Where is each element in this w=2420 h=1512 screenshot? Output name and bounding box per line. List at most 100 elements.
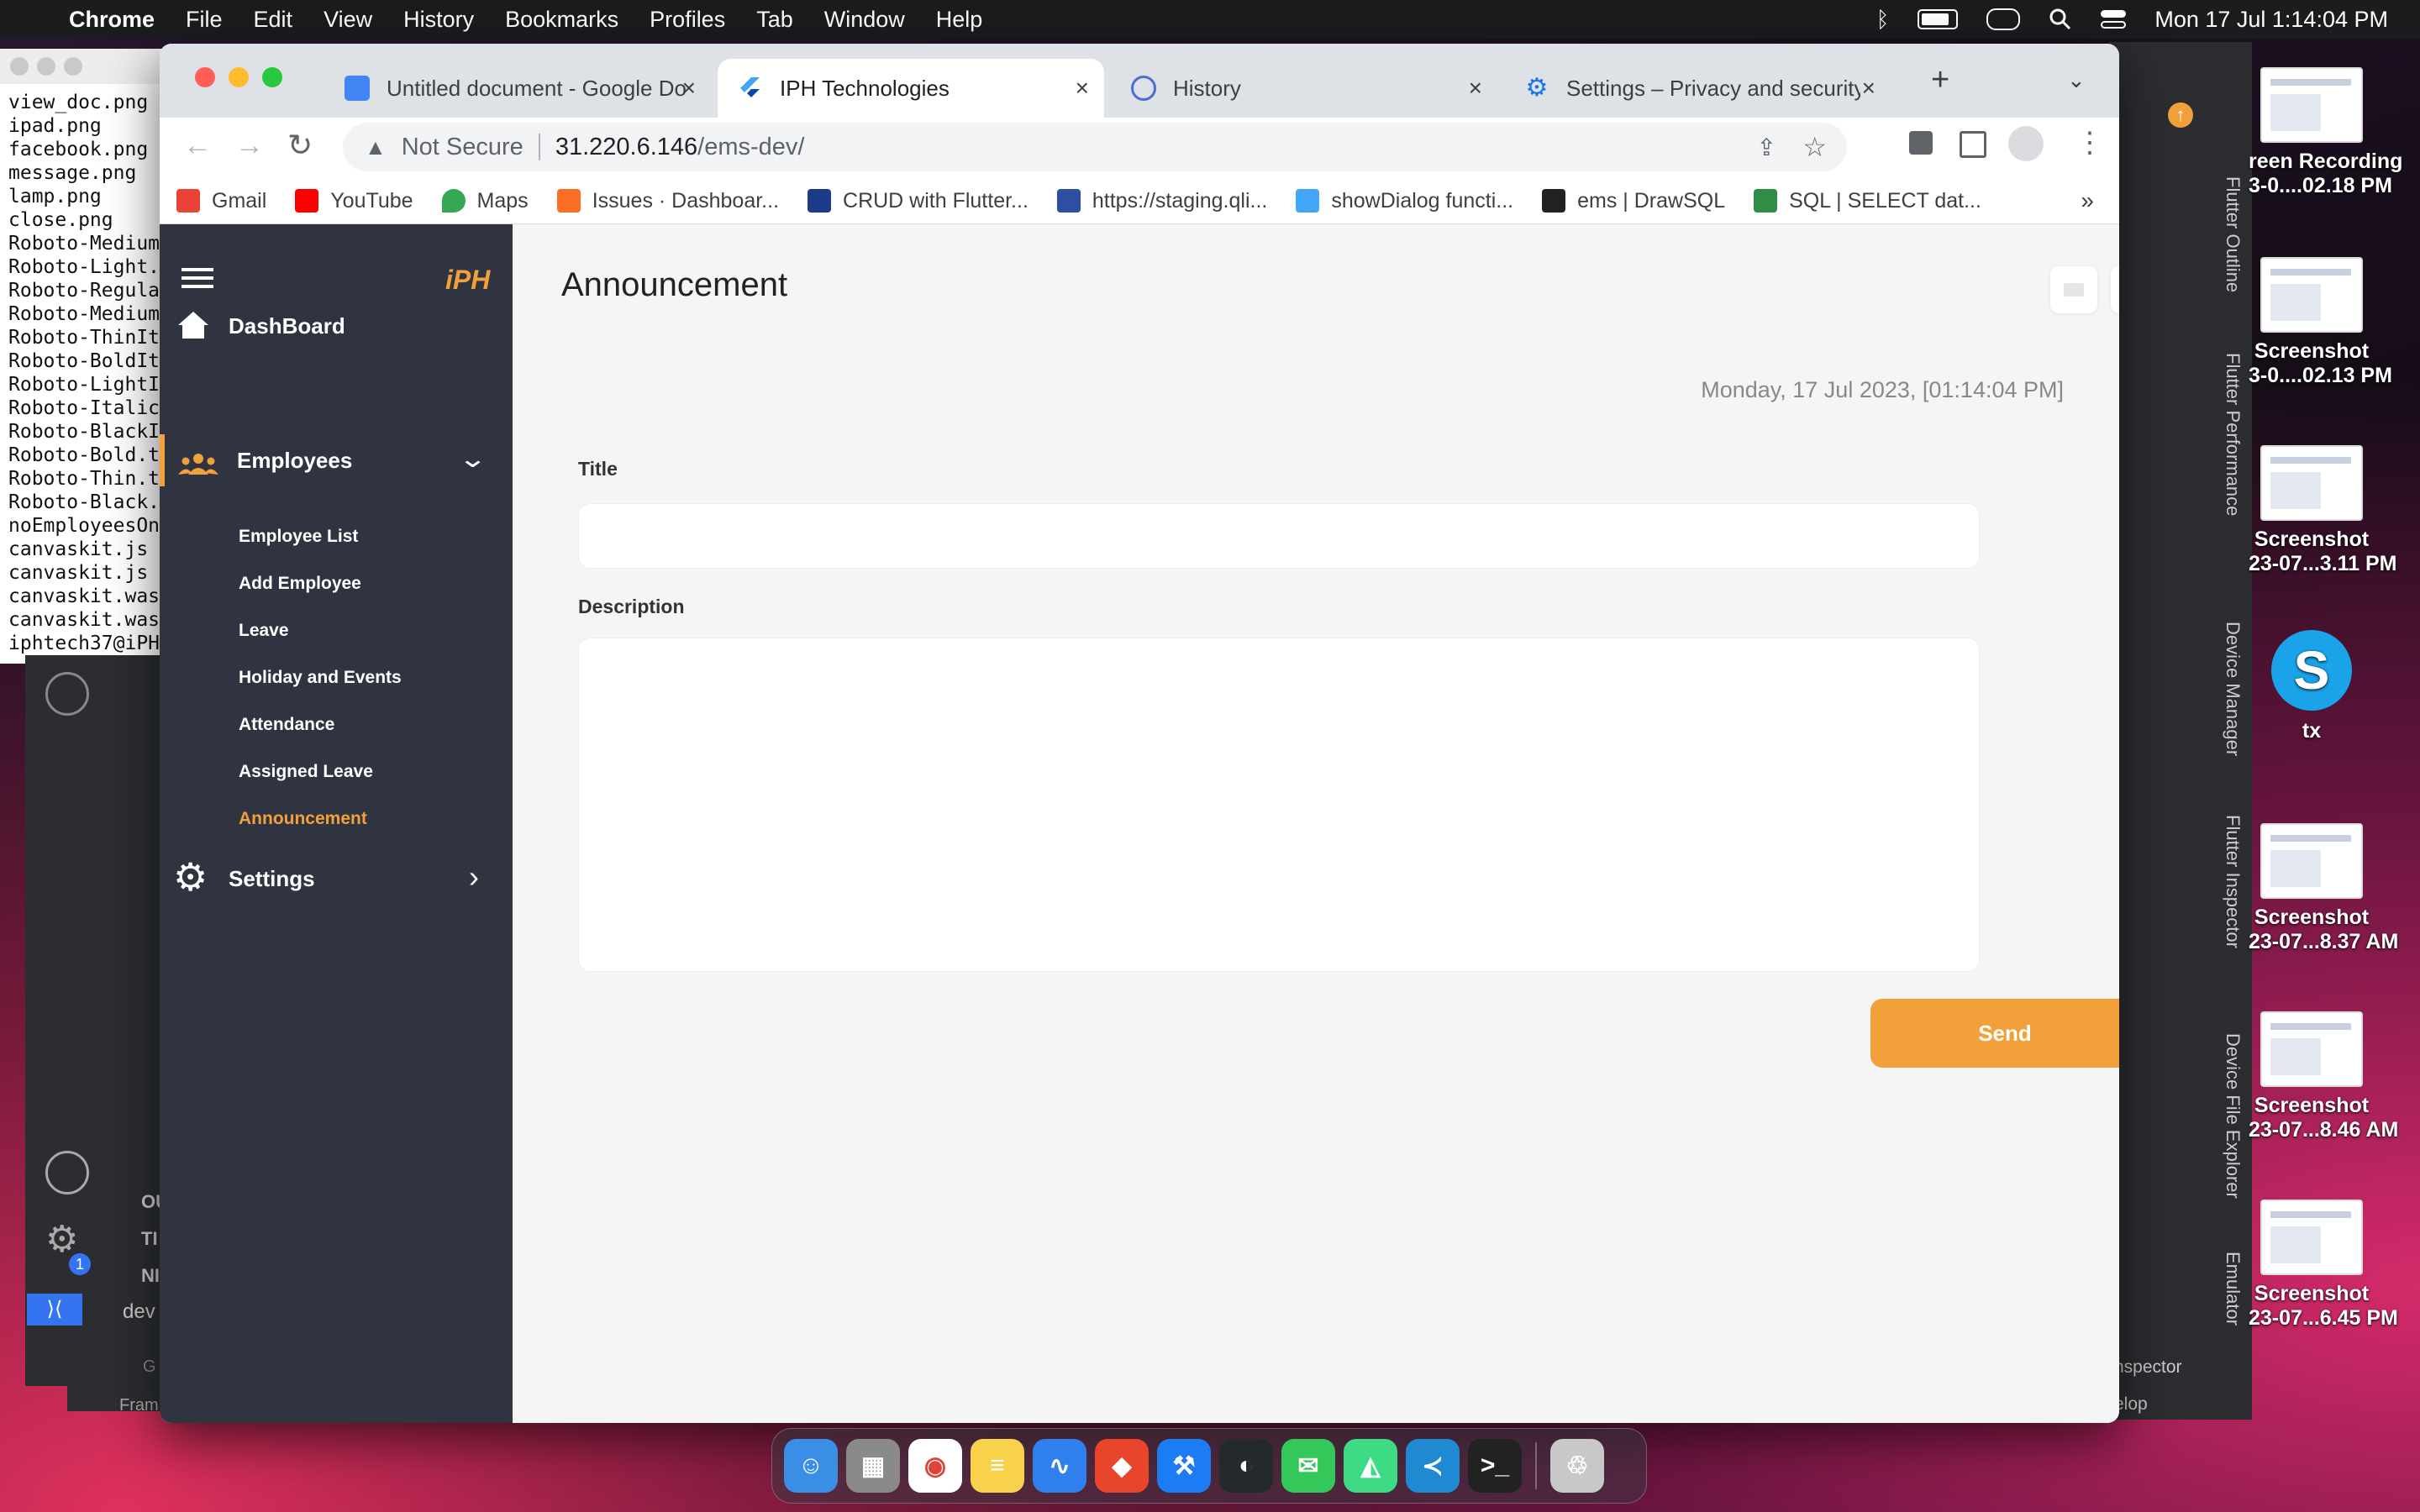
tab-settings-privacy[interactable]: ⚙ Settings – Privacy and security × [1504,59,1891,118]
battery-icon[interactable] [1918,9,1959,29]
nav-dashboard[interactable]: DashBoard [229,313,345,339]
bookmarks-overflow-button[interactable]: » [2081,187,2094,214]
menu-tab[interactable]: Tab [756,7,793,33]
control-center-icon[interactable] [2101,8,2127,30]
screen-mirroring-icon[interactable] [1986,8,2021,30]
bookmark-gitlab-issues[interactable]: Issues · Dashboar... [556,189,779,213]
dock-xcode-icon[interactable]: ⚒ [1157,1439,1211,1493]
share-icon[interactable]: ⇪ [1757,134,1776,161]
bookmark-sql-select[interactable]: SQL | SELECT dat... [1754,189,1981,213]
address-bar[interactable]: ▲ Not Secure 31.220.6.146 /ems-dev/ ⇪ ☆ [343,123,1847,171]
menu-view[interactable]: View [324,7,372,33]
ide-bottom-tab-git[interactable]: G [143,1357,156,1377]
ide-tab-flutter-outline[interactable]: Flutter Outline [2222,176,2244,292]
menubar-clock[interactable]: Mon 17 Jul 1:14:04 PM [2154,7,2388,33]
url-path[interactable]: /ems-dev/ [697,134,804,161]
profile-avatar-icon[interactable] [2008,126,2044,161]
desktop-file[interactable]: Screenshot 23-07...8.37 AM [2249,823,2398,954]
ide-update-icon[interactable]: ↑ [2168,102,2193,128]
nav-employees[interactable]: Employees [237,448,352,474]
desktop-file[interactable]: Screenshot 23-07...3.11 PM [2249,445,2397,576]
nav-leave[interactable]: Leave [239,621,289,641]
more-menu-icon[interactable]: ⋮ [2075,126,2104,160]
window-minimize-button[interactable] [229,67,249,87]
mail-icon-button[interactable] [2050,266,2097,313]
bookmark-star-icon[interactable]: ☆ [1802,131,1827,163]
send-button[interactable]: Send [1870,999,2119,1068]
ide-tab-emulator[interactable]: Emulator [2222,1252,2244,1326]
dock-github-desktop-icon[interactable]: ◐ [1219,1439,1273,1493]
terminal-zoom-button[interactable] [64,57,82,76]
close-icon[interactable]: × [1862,75,1876,102]
menu-edit[interactable]: Edit [254,7,293,33]
nav-add-employee[interactable]: Add Employee [239,574,361,594]
ide-bottom-tab-frames[interactable]: Fram [119,1396,159,1415]
new-tab-button[interactable]: + [1931,62,1949,98]
nav-holiday-and-events[interactable]: Holiday and Events [239,668,402,688]
ide-account-icon[interactable] [45,1151,89,1194]
menu-bookmarks[interactable]: Bookmarks [505,7,618,33]
dock-freeform-icon[interactable]: ∿ [1033,1439,1086,1493]
nav-assigned-leave[interactable]: Assigned Leave [239,762,373,782]
dock-trash-icon[interactable]: ♲ [1550,1439,1604,1493]
terminal-minimize-button[interactable] [37,57,55,76]
ide-tree-item-npm[interactable]: NI [141,1265,160,1287]
nav-announcement[interactable]: Announcement [239,809,367,829]
tab-iph-technologies[interactable]: IPH Technologies × [718,59,1104,118]
desktop-file[interactable]: Screenshot 23-07...6.45 PM [2249,1200,2398,1331]
tab-history[interactable]: History × [1111,59,1497,118]
menu-history[interactable]: History [403,7,474,33]
menu-window[interactable]: Window [824,7,905,33]
bookmark-gmail[interactable]: Gmail [176,189,266,213]
dock-anydesk-icon[interactable]: ◆ [1095,1439,1149,1493]
spotlight-search-icon[interactable] [2049,8,2072,31]
chevron-down-icon[interactable]: ⌄ [458,444,487,474]
close-icon[interactable]: × [682,75,696,102]
bookmark-maps[interactable]: Maps [441,189,529,213]
menu-profiles[interactable]: Profiles [650,7,725,33]
ide-tab-device-manager[interactable]: Device Manager [2222,622,2244,756]
nav-employee-list[interactable]: Employee List [239,527,358,547]
warning-triangle-icon[interactable]: ▲ [365,134,387,160]
nav-settings[interactable]: Settings [229,866,315,892]
bookmark-drawsql[interactable]: ems | DrawSQL [1542,189,1725,213]
bookmark-crud-flutter[interactable]: CRUD with Flutter... [808,189,1028,213]
ide-remote-button[interactable]: ⟩⟨ [27,1294,82,1326]
close-icon[interactable]: × [1076,75,1089,102]
dock-chrome-icon[interactable]: ◉ [908,1439,962,1493]
terminal-close-button[interactable] [10,57,29,76]
tab-search-chevron-icon[interactable]: ⌄ [2067,67,2086,93]
close-icon[interactable]: × [1469,75,1482,102]
nav-attendance[interactable]: Attendance [239,715,334,735]
chevron-right-icon[interactable]: › [469,859,479,895]
dock-finder-icon[interactable]: ☺ [784,1439,838,1493]
bookmark-staging[interactable]: https://staging.qli... [1056,189,1267,213]
reload-icon[interactable]: ↻ [287,128,313,163]
dock-vs-code-icon[interactable]: ≺ [1406,1439,1460,1493]
desktop-file[interactable]: Stx [2249,630,2375,743]
ide-tab-device-file-explorer[interactable]: Device File Explorer [2222,1033,2244,1199]
desktop-file[interactable]: Screenshot 3-0....02.13 PM [2249,257,2392,388]
forward-arrow-icon[interactable]: → [235,129,264,162]
tab-google-docs[interactable]: Untitled document - Google Do × [324,59,711,118]
dock-notes-icon[interactable]: ≡ [971,1439,1024,1493]
window-zoom-button[interactable] [262,67,282,87]
bookmark-youtube[interactable]: YouTube [295,189,413,213]
bookmark-showdialog[interactable]: showDialog functi... [1296,189,1513,213]
menu-help[interactable]: Help [936,7,983,33]
ide-notification-icon[interactable] [45,672,89,716]
security-label[interactable]: Not Secure [402,134,523,161]
extensions-puzzle-icon[interactable] [1909,131,1933,155]
side-panel-icon[interactable] [1960,131,1986,158]
ide-tab-flutter-inspector[interactable]: Flutter Inspector [2222,815,2244,948]
theme-sun-icon-button[interactable]: ☀ [2111,266,2119,313]
title-input[interactable] [578,503,1980,569]
back-arrow-icon[interactable]: ← [183,129,212,162]
url-host[interactable]: 31.220.6.146 [555,134,697,161]
desktop-file[interactable]: Screenshot 23-07...8.46 AM [2249,1011,2398,1142]
dock-android-studio-icon[interactable]: ◭ [1344,1439,1397,1493]
window-close-button[interactable] [195,67,215,87]
description-textarea[interactable] [578,638,1980,972]
desktop-file[interactable]: reen Recording 3-0....02.18 PM [2249,67,2402,198]
dock-messages-icon[interactable]: ✉ [1281,1439,1335,1493]
